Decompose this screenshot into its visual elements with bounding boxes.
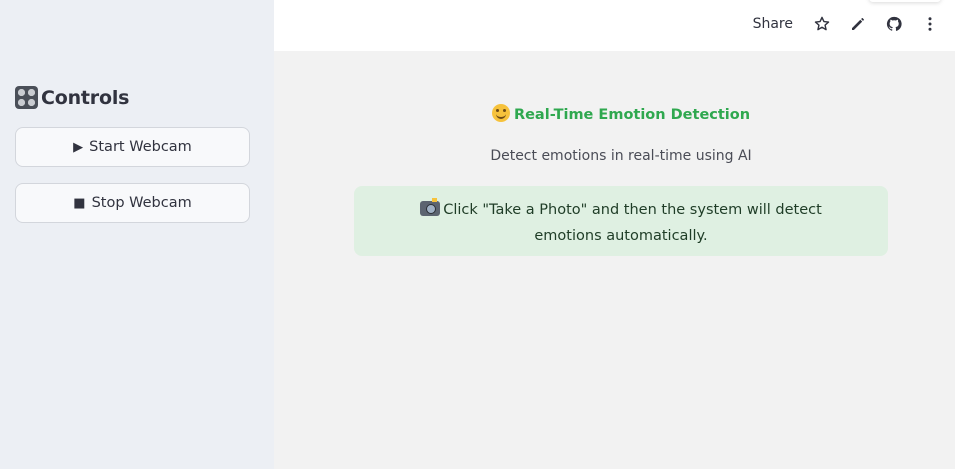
sidebar-title: Controls [15,86,129,109]
sidebar-title-text: Controls [41,86,130,109]
control-knobs-icon [15,86,38,109]
start-webcam-button[interactable]: ▶ Start Webcam [15,127,250,167]
stop-webcam-button[interactable]: ■ Stop Webcam [15,183,250,223]
sidebar: Controls ▶ Start Webcam ■ Stop Webcam [0,0,274,469]
share-button[interactable]: Share [753,16,793,32]
toolbar: Share [753,15,939,33]
play-icon: ▶ [73,139,84,155]
github-icon[interactable] [885,15,903,33]
start-webcam-label: Start Webcam [89,139,192,155]
info-alert: Click "Take a Photo" and then the system… [354,186,888,256]
page-subtitle: Detect emotions in real-time using AI [490,148,752,164]
top-header: Share [274,0,955,51]
star-icon[interactable] [813,15,831,33]
page-title-text: Real-Time Emotion Detection [513,107,751,123]
page-title: Real-Time Emotion Detection [354,104,888,123]
more-vertical-icon[interactable] [921,15,939,33]
stop-icon: ■ [73,195,86,211]
edit-pencil-icon[interactable] [849,15,867,33]
info-text: Click "Take a Photo" and then the system… [443,202,822,244]
camera-flash-icon [420,198,441,216]
header-decoration [869,0,941,2]
stop-webcam-label: Stop Webcam [91,195,192,211]
smiley-icon [491,104,510,122]
